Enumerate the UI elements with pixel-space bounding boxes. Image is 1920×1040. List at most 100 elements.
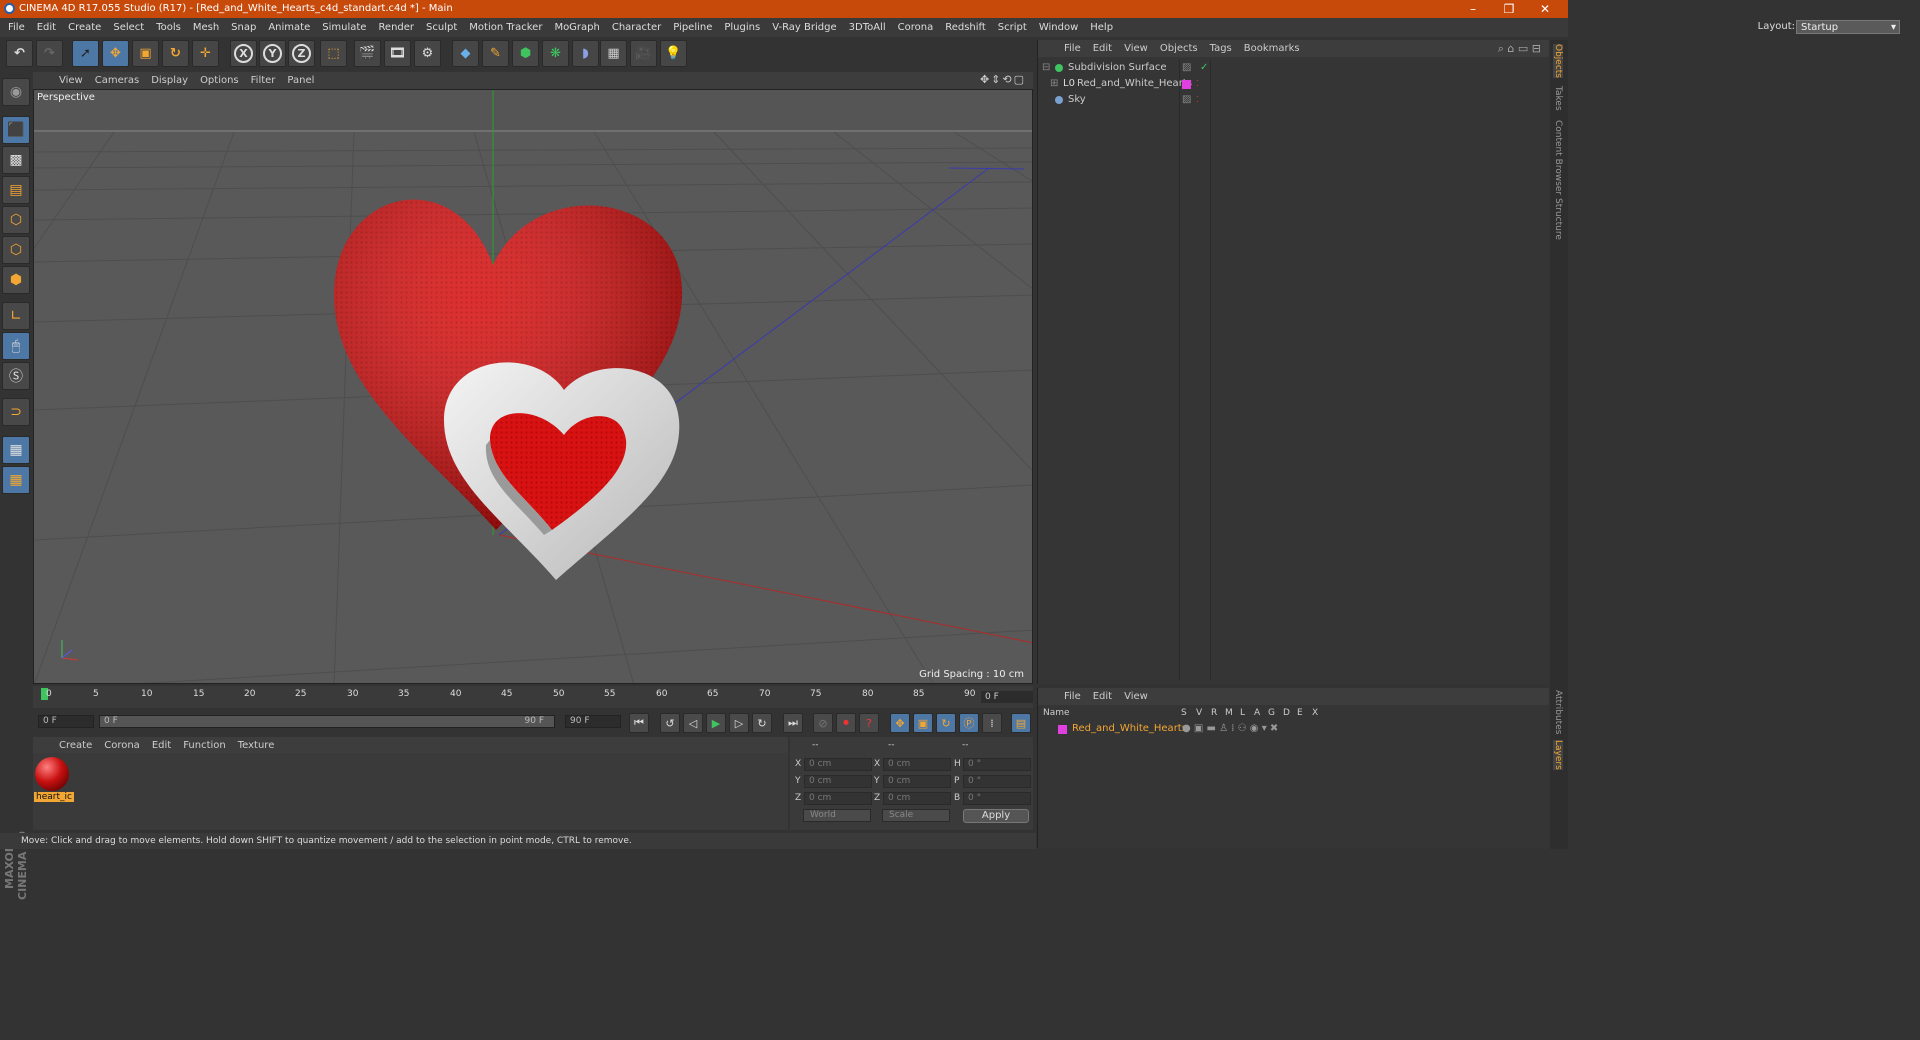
size-z-field[interactable]: 0 cm <box>883 792 951 805</box>
tab-structure[interactable]: Structure <box>1553 198 1563 240</box>
end-frame-field[interactable]: 90 F <box>565 715 621 728</box>
tweak-mode-icon[interactable]: 🖱 <box>2 332 30 360</box>
rotation-p-field[interactable]: 0 ° <box>963 775 1031 788</box>
menu-corona[interactable]: Corona <box>892 22 940 33</box>
polygons-mode-icon[interactable]: ⬢ <box>2 266 30 294</box>
light-icon[interactable]: 💡 <box>660 40 687 67</box>
object-menu-bookmarks[interactable]: Bookmarks <box>1238 43 1306 54</box>
layer-header-r[interactable]: R <box>1211 708 1217 718</box>
apply-button[interactable]: Apply <box>963 809 1029 823</box>
viewport-menu-options[interactable]: Options <box>194 75 245 86</box>
viewport-menu-cameras[interactable]: Cameras <box>89 75 145 86</box>
camera-icon[interactable]: 🎥 <box>630 40 657 67</box>
position-y-field[interactable]: 0 cm <box>804 775 872 788</box>
subdivision-surface-icon[interactable]: ⬢ <box>512 40 539 67</box>
object-menu-edit[interactable]: Edit <box>1087 43 1118 54</box>
menu-sculpt[interactable]: Sculpt <box>420 22 463 33</box>
key-rotation-icon[interactable]: ↻ <box>936 713 956 733</box>
current-frame-field[interactable]: 0 F <box>981 691 1033 703</box>
deformer-icon[interactable]: ◗ <box>572 40 599 67</box>
rotation-b-field[interactable]: 0 ° <box>963 792 1031 805</box>
visibility-dots-icon[interactable]: ▨ <box>1182 60 1191 76</box>
object-menu-view[interactable]: View <box>1118 43 1154 54</box>
layer-header-e[interactable]: E <box>1297 708 1303 718</box>
material-preview-swatch[interactable] <box>35 757 69 791</box>
layer-header-d[interactable]: D <box>1283 708 1290 718</box>
menu-mograph[interactable]: MoGraph <box>548 22 605 33</box>
x-axis-lock-button[interactable]: X <box>230 40 257 67</box>
cube-object-icon[interactable]: ◆ <box>452 40 479 67</box>
go-to-start-icon[interactable]: ⏮ <box>629 713 649 733</box>
autokey-icon[interactable]: ? <box>859 713 879 733</box>
workplane-mode-icon[interactable]: ▤ <box>2 176 30 204</box>
move-tool-icon[interactable]: ✥ <box>102 40 129 67</box>
menu-file[interactable]: File <box>2 22 31 33</box>
material-menu-function[interactable]: Function <box>177 740 232 751</box>
menu-simulate[interactable]: Simulate <box>316 22 372 33</box>
collapse-icon[interactable]: ⊟ <box>1042 60 1050 76</box>
redo-icon[interactable]: ↷ <box>36 40 63 67</box>
menu-vray-bridge[interactable]: V-Ray Bridge <box>766 22 842 33</box>
scale-tool-icon[interactable]: ▣ <box>132 40 159 67</box>
z-axis-lock-button[interactable]: Z <box>288 40 315 67</box>
viewport-menu-view[interactable]: View <box>53 75 89 86</box>
key-pla-icon[interactable]: ⁞ <box>982 713 1002 733</box>
position-z-field[interactable]: 0 cm <box>804 792 872 805</box>
menu-snap[interactable]: Snap <box>225 22 262 33</box>
position-x-field[interactable]: 0 cm <box>804 758 872 771</box>
pen-spline-icon[interactable]: ✎ <box>482 40 509 67</box>
previous-frame-icon[interactable]: ◁ <box>683 713 703 733</box>
menu-render[interactable]: Render <box>372 22 420 33</box>
layer-header-s[interactable]: S <box>1181 708 1187 718</box>
layer-header-g[interactable]: G <box>1268 708 1275 718</box>
tab-content-browser[interactable]: Content Browser <box>1553 120 1563 195</box>
size-x-field[interactable]: 0 cm <box>883 758 951 771</box>
menu-animate[interactable]: Animate <box>262 22 316 33</box>
perspective-viewport[interactable]: Perspective Grid Spacing : 10 cm <box>33 89 1033 684</box>
menu-motion-tracker[interactable]: Motion Tracker <box>463 22 548 33</box>
rotate-tool-icon[interactable]: ↻ <box>162 40 189 67</box>
mograph-cloner-icon[interactable]: ❋ <box>542 40 569 67</box>
record-keys-disabled-icon[interactable]: ⊘ <box>813 713 833 733</box>
model-mode-icon[interactable]: ⬛ <box>2 116 30 144</box>
material-menu-corona[interactable]: Corona <box>98 740 146 751</box>
layer-color-swatch[interactable] <box>1182 80 1191 89</box>
menu-plugins[interactable]: Plugins <box>718 22 766 33</box>
menu-mesh[interactable]: Mesh <box>187 22 225 33</box>
tab-attributes[interactable]: Attributes <box>1553 690 1563 734</box>
material-menu-edit[interactable]: Edit <box>146 740 177 751</box>
tab-objects[interactable]: Objects <box>1553 44 1563 79</box>
undo-icon[interactable]: ↶ <box>6 40 33 67</box>
menu-select[interactable]: Select <box>107 22 150 33</box>
y-axis-lock-button[interactable]: Y <box>259 40 286 67</box>
menu-create[interactable]: Create <box>62 22 107 33</box>
points-mode-icon[interactable]: ⬡ <box>2 206 30 234</box>
menu-pipeline[interactable]: Pipeline <box>667 22 718 33</box>
previous-key-icon[interactable]: ↺ <box>660 713 680 733</box>
visibility-dots-icon[interactable]: ▨ <box>1182 92 1191 108</box>
edges-mode-icon[interactable]: ⬡ <box>2 236 30 264</box>
go-to-end-icon[interactable]: ⏭ <box>783 713 803 733</box>
live-selection-icon[interactable]: ✛ <box>192 40 219 67</box>
layer-header-v[interactable]: V <box>1196 708 1202 718</box>
object-row-red-and-white-hearts[interactable]: ⊞ L0 Red_and_White_Hearts ⁚ <box>1038 76 1550 92</box>
menu-3dtoall[interactable]: 3DToAll <box>843 22 892 33</box>
layer-name[interactable]: Red_and_White_Hearts <box>1072 722 1187 736</box>
snap-icon[interactable]: Ⓢ <box>2 362 30 390</box>
object-row-sky[interactable]: Sky ▨ ⁚ <box>1038 92 1550 108</box>
select-pointer-icon[interactable]: ➚ <box>72 40 99 67</box>
object-manager-search-icon[interactable]: ⌕ ⌂ ▭ ⊟ <box>1498 42 1541 56</box>
minimize-button[interactable]: – <box>1458 0 1488 18</box>
enabled-check-icon[interactable]: ✓ <box>1200 60 1208 76</box>
menu-script[interactable]: Script <box>992 22 1033 33</box>
workplane-lock-icon[interactable]: ▦ <box>2 436 30 464</box>
menu-redshift[interactable]: Redshift <box>939 22 992 33</box>
layer-flags-icons[interactable]: ● ▣ ▬ ♙ ⁞ ⚇ ◉ ▾ ✖ <box>1182 722 1278 736</box>
visibility-dots-icon[interactable]: ⁚ <box>1196 92 1199 108</box>
layer-header-l[interactable]: L <box>1240 708 1245 718</box>
layer-row[interactable]: Red_and_White_Hearts ● ▣ ▬ ♙ ⁞ ⚇ ◉ ▾ ✖ <box>1038 722 1550 736</box>
start-frame-field[interactable]: 0 F <box>38 715 94 728</box>
timeline-ruler[interactable]: 0 5 10 15 20 25 30 35 40 45 50 55 60 65 … <box>33 686 1033 708</box>
object-menu-file[interactable]: File <box>1058 43 1087 54</box>
close-button[interactable]: ✕ <box>1530 0 1560 18</box>
